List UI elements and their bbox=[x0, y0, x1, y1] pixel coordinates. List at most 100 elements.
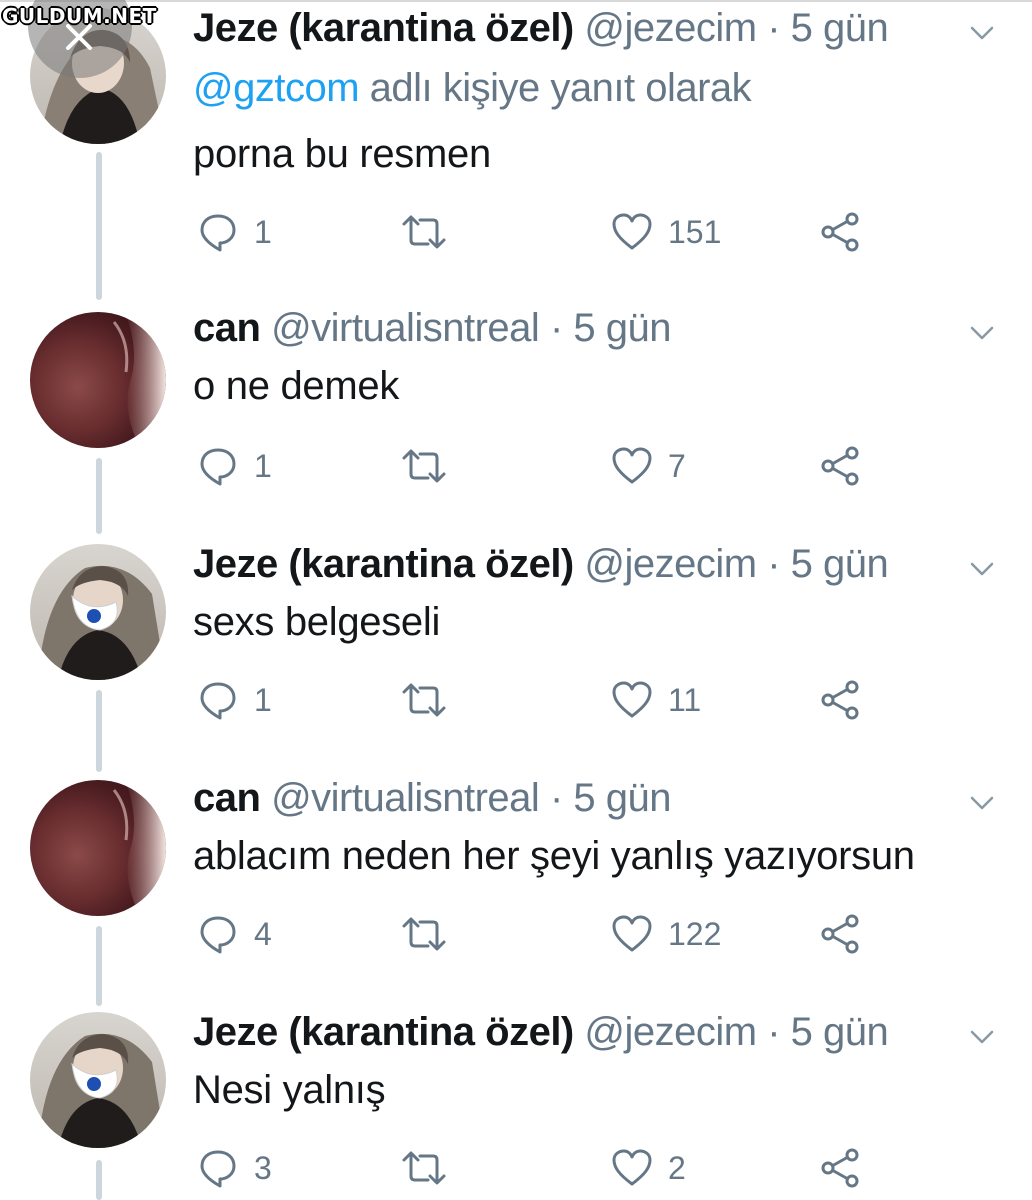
like-count: 2 bbox=[668, 1150, 686, 1186]
timestamp[interactable]: 5 gün bbox=[791, 542, 889, 586]
share-icon bbox=[821, 680, 859, 720]
author-name[interactable]: Jeze (karantina özel) bbox=[193, 1010, 574, 1054]
retweet-icon bbox=[402, 917, 446, 951]
retweet-icon bbox=[402, 1151, 446, 1185]
reply-icon bbox=[200, 448, 236, 486]
tweet-text: ablacım neden her şeyi yanlış yazıyorsun bbox=[193, 834, 915, 878]
retweet-icon bbox=[402, 449, 446, 483]
author-name[interactable]: can bbox=[193, 776, 261, 820]
avatar-jeze bbox=[30, 1012, 166, 1148]
tweet-header: Jeze (karantina özel) @jezecim · 5 gün bbox=[193, 1004, 889, 1060]
tweet-header: can @virtualisntreal · 5 gün bbox=[193, 300, 671, 356]
share-button[interactable] bbox=[818, 210, 862, 254]
separator: · bbox=[549, 776, 563, 820]
tweet-actions: 1 7 bbox=[0, 444, 1032, 488]
separator: · bbox=[767, 542, 781, 586]
tweet-actions: 3 2 bbox=[0, 1146, 1032, 1190]
share-button[interactable] bbox=[818, 678, 862, 722]
share-icon bbox=[821, 446, 859, 486]
like-button[interactable]: 7 bbox=[610, 444, 686, 488]
reply-button[interactable]: 4 bbox=[196, 912, 272, 956]
tweet-header: Jeze (karantina özel) @jezecim · 5 gün bbox=[193, 536, 889, 592]
like-count: 11 bbox=[668, 682, 702, 718]
like-button[interactable]: 11 bbox=[610, 678, 701, 722]
reply-icon bbox=[200, 214, 236, 252]
like-button[interactable]: 2 bbox=[610, 1146, 686, 1190]
like-icon bbox=[612, 1149, 652, 1186]
reply-button[interactable]: 1 bbox=[196, 444, 272, 488]
like-count: 151 bbox=[668, 214, 722, 250]
tweet-actions: 4 122 bbox=[0, 912, 1032, 956]
author-handle[interactable]: @jezecim bbox=[584, 1010, 757, 1054]
author-handle[interactable]: @jezecim bbox=[584, 6, 757, 50]
tweet-header: can @virtualisntreal · 5 gün bbox=[193, 770, 671, 826]
like-count: 7 bbox=[668, 448, 686, 484]
retweet-icon bbox=[402, 215, 446, 249]
reply-button[interactable]: 1 bbox=[196, 678, 272, 722]
author-handle[interactable]: @jezecim bbox=[584, 542, 757, 586]
chevron-down-icon[interactable] bbox=[962, 318, 1002, 348]
reply-context-text: adlı kişiye yanıt olarak bbox=[359, 66, 752, 110]
tweet-text: Nesi yalnış bbox=[193, 1068, 386, 1112]
author-name[interactable]: can bbox=[193, 306, 261, 350]
tweet-header: Jeze (karantina özel) @jezecim · 5 gün bbox=[193, 0, 889, 56]
share-icon bbox=[821, 1148, 859, 1188]
separator: · bbox=[767, 6, 781, 50]
chevron-down-icon[interactable] bbox=[962, 18, 1002, 48]
tweet-actions: 1 151 bbox=[0, 210, 1032, 254]
avatar-can bbox=[30, 312, 166, 448]
reply-icon bbox=[200, 682, 236, 720]
timestamp[interactable]: 5 gün bbox=[573, 776, 671, 820]
retweet-button[interactable] bbox=[400, 444, 448, 488]
reply-count: 4 bbox=[254, 916, 272, 952]
share-icon bbox=[821, 212, 859, 252]
reply-icon bbox=[200, 1150, 236, 1188]
share-button[interactable] bbox=[818, 1146, 862, 1190]
reply-count: 1 bbox=[254, 448, 272, 484]
avatar[interactable] bbox=[30, 780, 166, 916]
reply-context: @gztcom adlı kişiye yanıt olarak bbox=[193, 60, 752, 116]
watermark-text: GULDUM.NET bbox=[2, 4, 157, 28]
avatar-can bbox=[30, 780, 166, 916]
avatar[interactable] bbox=[30, 544, 166, 680]
tweet-text: sexs belgeseli bbox=[193, 600, 441, 644]
chevron-down-icon[interactable] bbox=[962, 554, 1002, 584]
share-button[interactable] bbox=[818, 444, 862, 488]
avatar[interactable] bbox=[30, 312, 166, 448]
reply-button[interactable]: 3 bbox=[196, 1146, 272, 1190]
share-icon bbox=[821, 914, 859, 954]
separator: · bbox=[549, 306, 563, 350]
tweet-actions: 1 11 bbox=[0, 678, 1032, 722]
reply-count: 3 bbox=[254, 1150, 272, 1186]
like-button[interactable]: 122 bbox=[610, 912, 721, 956]
author-name[interactable]: Jeze (karantina özel) bbox=[193, 6, 574, 50]
retweet-button[interactable] bbox=[400, 210, 448, 254]
reply-icon bbox=[200, 916, 236, 954]
retweet-button[interactable] bbox=[400, 1146, 448, 1190]
tweet-text: porna bu resmen bbox=[193, 132, 491, 176]
like-count: 122 bbox=[668, 916, 722, 952]
share-button[interactable] bbox=[818, 912, 862, 956]
timestamp[interactable]: 5 gün bbox=[791, 6, 889, 50]
author-handle[interactable]: @virtualisntreal bbox=[271, 306, 540, 350]
avatar[interactable] bbox=[30, 1012, 166, 1148]
avatar-jeze bbox=[30, 544, 166, 680]
author-name[interactable]: Jeze (karantina özel) bbox=[193, 542, 574, 586]
retweet-button[interactable] bbox=[400, 912, 448, 956]
reply-count: 1 bbox=[254, 682, 272, 718]
tweet-text: o ne demek bbox=[193, 364, 400, 408]
watermark: GULDUM.NET bbox=[0, 0, 156, 78]
timestamp[interactable]: 5 gün bbox=[791, 1010, 889, 1054]
like-icon bbox=[612, 447, 652, 484]
author-handle[interactable]: @virtualisntreal bbox=[271, 776, 540, 820]
like-button[interactable]: 151 bbox=[610, 210, 721, 254]
like-icon bbox=[612, 681, 652, 718]
retweet-button[interactable] bbox=[400, 678, 448, 722]
chevron-down-icon[interactable] bbox=[962, 1022, 1002, 1052]
timestamp[interactable]: 5 gün bbox=[573, 306, 671, 350]
chevron-down-icon[interactable] bbox=[962, 788, 1002, 818]
separator: · bbox=[767, 1010, 781, 1054]
reply-button[interactable]: 1 bbox=[196, 210, 272, 254]
mention-link[interactable]: @gztcom bbox=[193, 66, 360, 110]
like-icon bbox=[612, 915, 652, 952]
